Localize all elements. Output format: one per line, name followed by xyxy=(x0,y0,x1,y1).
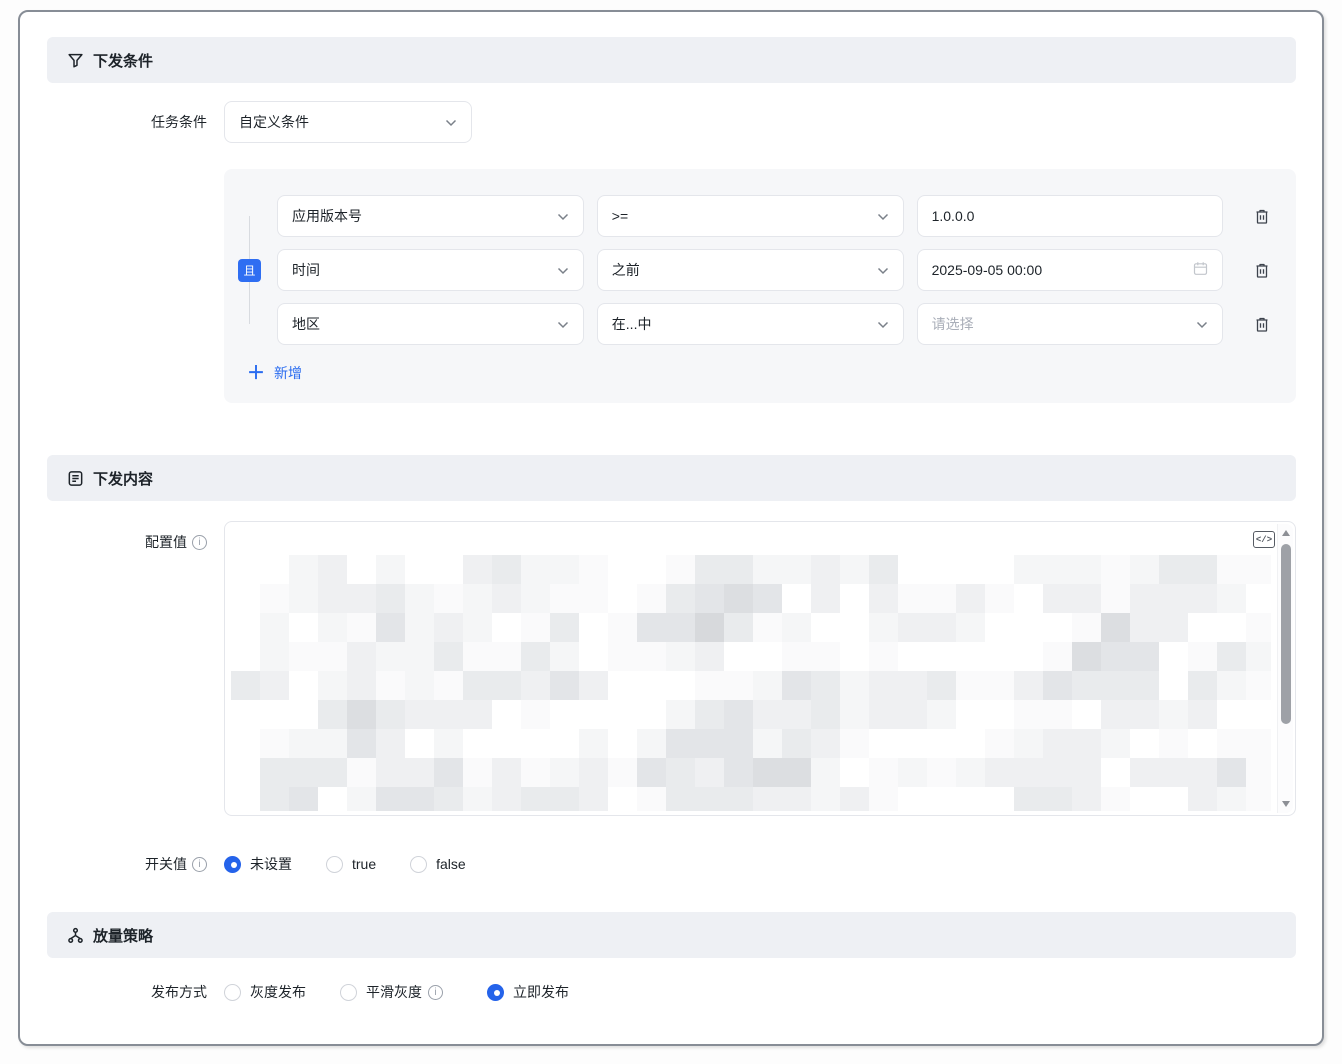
radio-option[interactable]: 立即发布 xyxy=(487,982,569,1002)
task-condition-value: 自定义条件 xyxy=(239,112,309,132)
scrollbar-thumb[interactable] xyxy=(1281,544,1291,724)
condition-operator-value: 之前 xyxy=(612,260,640,280)
condition-operator-value: 在...中 xyxy=(612,314,652,334)
delete-condition-button[interactable] xyxy=(1252,314,1272,334)
radio-option[interactable]: true xyxy=(326,856,376,873)
task-condition-select[interactable]: 自定义条件 xyxy=(224,101,472,143)
task-condition-row: 任务条件 自定义条件 xyxy=(47,101,1296,143)
chevron-down-icon xyxy=(877,262,889,278)
code-view-icon[interactable]: </> xyxy=(1253,531,1275,548)
radio-label: 平滑灰度 xyxy=(366,982,422,1002)
radio-icon[interactable] xyxy=(326,856,343,873)
calendar-icon xyxy=(1193,261,1208,279)
condition-operator-select[interactable]: 在...中 xyxy=(597,303,904,345)
condition-field-value: 地区 xyxy=(292,314,320,334)
chevron-down-icon xyxy=(877,316,889,332)
condition-operator-select[interactable]: 之前 xyxy=(597,249,904,291)
config-value-label: 配置值 i xyxy=(47,521,207,552)
radio-option[interactable]: 未设置 xyxy=(224,854,292,874)
radio-label: 未设置 xyxy=(250,854,292,874)
condition-operator-value: >= xyxy=(612,208,628,224)
condition-value-input[interactable]: 1.0.0.0 xyxy=(917,195,1224,237)
info-icon[interactable]: i xyxy=(192,857,207,872)
radio-label: false xyxy=(436,856,466,872)
chevron-down-icon xyxy=(557,316,569,332)
switch-value-row: 开关值 i 未设置 true false xyxy=(47,854,1296,874)
condition-value: 2025-09-05 00:00 xyxy=(932,262,1043,278)
radio-label: true xyxy=(352,856,376,872)
editor-scrollbar[interactable] xyxy=(1277,524,1293,813)
radio-icon[interactable] xyxy=(224,856,241,873)
plus-icon: ＋ xyxy=(247,364,265,382)
add-condition-label: 新增 xyxy=(274,363,302,383)
condition-group-panel: 且 应用版本号 >= 1.0.0.0 xyxy=(224,169,1296,403)
radio-icon[interactable] xyxy=(410,856,427,873)
chevron-down-icon xyxy=(557,208,569,224)
chevron-down-icon xyxy=(445,114,457,130)
chevron-down-icon xyxy=(877,208,889,224)
radio-icon[interactable] xyxy=(224,984,241,1001)
condition-row: 地区 在...中 请选择 xyxy=(277,303,1272,345)
settings-card: 下发条件 任务条件 自定义条件 且 应用版本号 >= xyxy=(18,10,1324,1046)
delete-condition-button[interactable] xyxy=(1252,206,1272,226)
delete-condition-button[interactable] xyxy=(1252,260,1272,280)
condition-value-placeholder: 请选择 xyxy=(932,314,974,334)
config-value-row: 配置值 i </> xyxy=(47,521,1296,816)
release-method-row: 发布方式 灰度发布 平滑灰度 i 立即发布 xyxy=(47,982,1296,1002)
condition-field-select[interactable]: 地区 xyxy=(277,303,584,345)
redacted-config-content xyxy=(231,526,1271,811)
condition-field-value: 应用版本号 xyxy=(292,206,362,226)
condition-row: 时间 之前 2025-09-05 00:00 xyxy=(277,249,1272,291)
switch-value-label: 开关值 i xyxy=(47,854,207,874)
radio-option[interactable]: 灰度发布 xyxy=(224,982,306,1002)
filter-icon xyxy=(67,52,84,69)
condition-value-select[interactable]: 请选择 xyxy=(917,303,1224,345)
section-header-content: 下发内容 xyxy=(47,455,1296,501)
config-value-editor[interactable]: </> xyxy=(224,521,1296,816)
section-header-conditions: 下发条件 xyxy=(47,37,1296,83)
radio-label: 灰度发布 xyxy=(250,982,306,1002)
condition-field-value: 时间 xyxy=(292,260,320,280)
condition-datetime-input[interactable]: 2025-09-05 00:00 xyxy=(917,249,1224,291)
document-icon xyxy=(67,470,84,487)
add-condition-button[interactable]: ＋ 新增 xyxy=(247,363,302,383)
condition-value: 1.0.0.0 xyxy=(932,208,975,224)
switch-value-radio-group: 未设置 true false xyxy=(224,854,500,874)
condition-field-select[interactable]: 时间 xyxy=(277,249,584,291)
release-method-label: 发布方式 xyxy=(47,982,207,1002)
condition-field-select[interactable]: 应用版本号 xyxy=(277,195,584,237)
scroll-down-icon[interactable] xyxy=(1282,801,1290,807)
release-method-radio-group: 灰度发布 平滑灰度 i 立即发布 xyxy=(224,982,603,1002)
chevron-down-icon xyxy=(1196,316,1208,332)
section-title: 下发内容 xyxy=(93,468,153,489)
task-condition-label: 任务条件 xyxy=(47,112,207,132)
and-connector-badge[interactable]: 且 xyxy=(238,259,261,282)
hierarchy-icon xyxy=(67,927,84,944)
section-title: 放量策略 xyxy=(93,925,153,946)
scroll-up-icon[interactable] xyxy=(1282,530,1290,536)
section-header-rollout: 放量策略 xyxy=(47,912,1296,958)
radio-option[interactable]: false xyxy=(410,856,466,873)
condition-operator-select[interactable]: >= xyxy=(597,195,904,237)
condition-row: 应用版本号 >= 1.0.0.0 xyxy=(277,195,1272,237)
info-icon[interactable]: i xyxy=(192,535,207,550)
radio-icon[interactable] xyxy=(487,984,504,1001)
section-title: 下发条件 xyxy=(93,50,153,71)
radio-icon[interactable] xyxy=(340,984,357,1001)
radio-label: 立即发布 xyxy=(513,982,569,1002)
chevron-down-icon xyxy=(557,262,569,278)
radio-option[interactable]: 平滑灰度 i xyxy=(340,982,453,1002)
info-icon[interactable]: i xyxy=(428,985,443,1000)
